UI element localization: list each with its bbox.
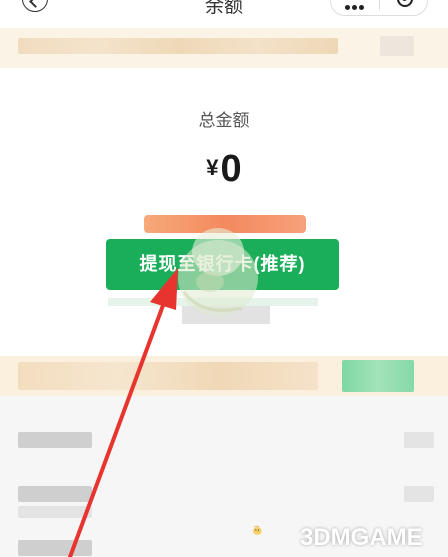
amount-value: 0 xyxy=(220,148,242,190)
balance-amount: ¥0 xyxy=(0,148,448,191)
list-item[interactable] xyxy=(18,432,92,448)
promo-banner-top[interactable] xyxy=(0,28,448,68)
list-item-sub xyxy=(18,506,92,518)
more-dots-icon[interactable] xyxy=(345,0,367,10)
list-item[interactable] xyxy=(18,486,92,502)
blurred-badge xyxy=(342,360,414,392)
currency-symbol: ¥ xyxy=(206,155,219,180)
mini-program-capsule xyxy=(330,0,428,16)
blurred-text xyxy=(18,362,318,390)
list-item-value xyxy=(404,432,434,448)
blurred-icon xyxy=(380,36,414,56)
blurred-text xyxy=(18,38,338,54)
mascot-watermark-icon xyxy=(178,228,258,316)
target-icon[interactable] xyxy=(397,0,413,7)
chick-logo-icon xyxy=(252,525,262,535)
total-amount-label: 总金额 xyxy=(198,111,250,130)
watermark-text: 3DMGAME xyxy=(300,524,423,551)
nav-bar: 余额 xyxy=(0,0,448,28)
list-item[interactable] xyxy=(18,540,92,556)
capsule-divider xyxy=(379,0,380,10)
list-item-value xyxy=(404,486,434,502)
promo-banner-mid[interactable] xyxy=(0,356,448,396)
